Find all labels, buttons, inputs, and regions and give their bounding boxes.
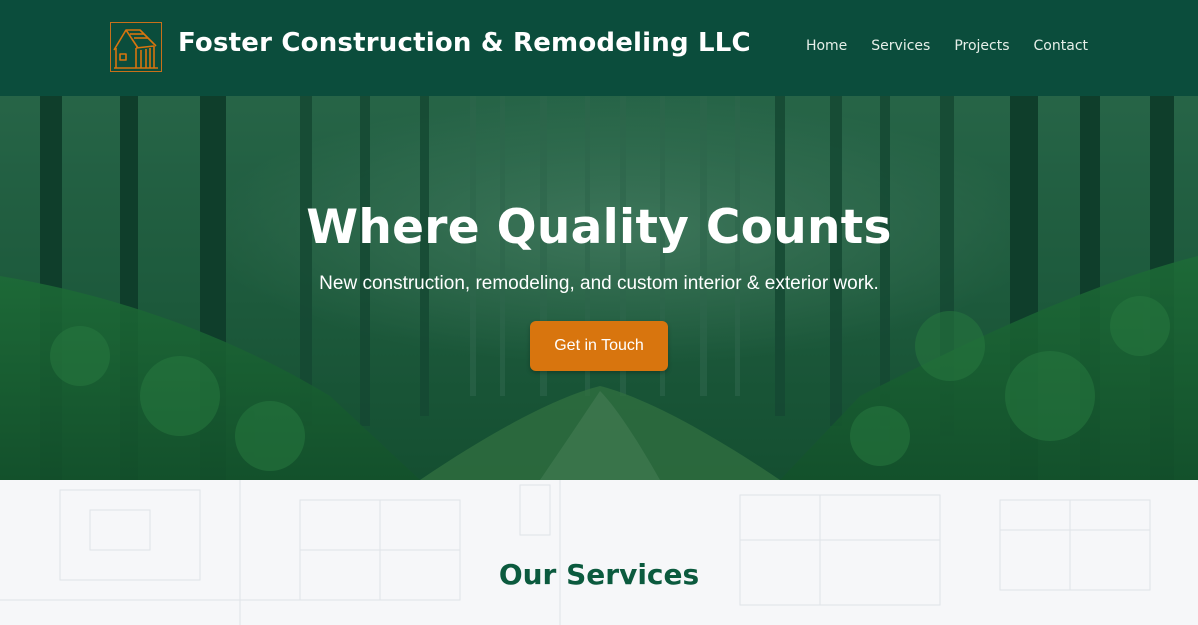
get-in-touch-button[interactable]: Get in Touch xyxy=(530,321,668,371)
services-heading: Our Services xyxy=(498,558,700,591)
nav-link-home[interactable]: Home xyxy=(806,38,847,54)
main-nav: Home Services Projects Contact xyxy=(806,38,1088,54)
site-title[interactable]: Foster Construction & Remodeling LLC xyxy=(178,28,751,58)
nav-link-projects[interactable]: Projects xyxy=(954,38,1009,54)
services-section: Our Services xyxy=(0,480,1198,625)
nav-link-services[interactable]: Services xyxy=(871,38,930,54)
blueprint-background-pattern xyxy=(0,480,1151,625)
hero-subheading: New construction, remodeling, and custom… xyxy=(319,273,879,294)
hero-section: Where Quality Counts New construction, r… xyxy=(0,96,1198,480)
hero-heading: Where Quality Counts xyxy=(306,200,892,255)
nav-link-contact[interactable]: Contact xyxy=(1034,38,1088,54)
house-frame-logo-icon[interactable] xyxy=(110,22,162,72)
site-header: Foster Construction & Remodeling LLC Hom… xyxy=(0,0,1198,96)
